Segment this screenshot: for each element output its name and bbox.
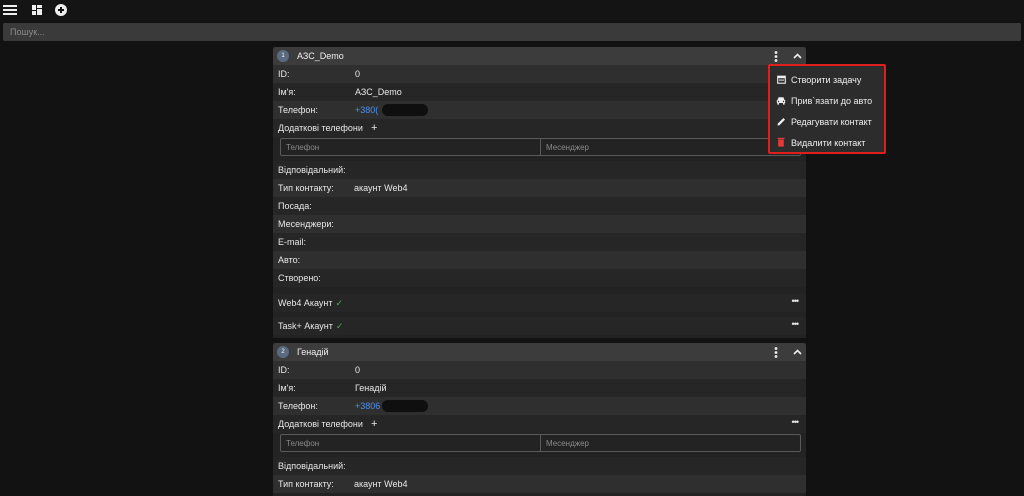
menu-item-label: Прив`язати до авто: [791, 96, 873, 106]
contact-context-menu: Створити задачу Прив`язати до авто Редаг…: [768, 64, 886, 154]
account-row-web4: Web4 Акаунт ✓ •••: [273, 294, 806, 312]
field-label: Ім'я:: [278, 87, 296, 97]
field-row-extra-phones: Додаткові телефони + •••: [273, 415, 806, 433]
field-label: Телефон:: [278, 401, 318, 411]
top-bar: [0, 0, 1024, 20]
field-label: Телефон:: [278, 105, 318, 115]
chevron-up-icon[interactable]: [791, 50, 803, 62]
field-value: Генадій: [355, 383, 387, 393]
field-row-email: E-mail:: [273, 233, 806, 251]
field-label: Створено:: [278, 273, 321, 283]
field-row-name: Ім'я: Генадій: [273, 379, 806, 397]
field-row-created: Створено:: [273, 269, 806, 287]
field-label: Месенджери:: [278, 219, 334, 229]
field-label: ID:: [278, 365, 290, 375]
field-label: Посада:: [278, 201, 312, 211]
field-value: 0: [355, 69, 361, 79]
field-row-id: ID: 0: [273, 65, 806, 83]
account-label: Task+ Акаунт: [278, 321, 333, 331]
field-label: Авто:: [278, 255, 301, 265]
phone-link[interactable]: +380(: [355, 105, 378, 115]
field-row-contact-type: Тип контакту: акаунт Web4: [273, 475, 806, 493]
phone-input[interactable]: [281, 139, 540, 155]
more-horiz-icon[interactable]: •••: [792, 319, 800, 329]
add-phone-icon[interactable]: +: [371, 418, 377, 430]
add-circle-icon[interactable]: [54, 3, 68, 17]
menu-item-delete-contact[interactable]: Видалити контакт: [770, 132, 884, 152]
field-value: акаунт Web4: [354, 183, 408, 193]
contact-title: Генадій: [297, 347, 329, 357]
field-label: Тип контакту:: [278, 479, 334, 489]
field-row-name: Ім'я: АЗС_Demo: [273, 83, 806, 101]
messenger-input[interactable]: [540, 435, 800, 451]
field-label: Додаткові телефони: [278, 419, 363, 429]
field-row-phone: Телефон: +3806: [273, 397, 806, 415]
field-row-messengers: Месенджери:: [273, 215, 806, 233]
menu-item-label: Редагувати контакт: [791, 117, 872, 127]
account-label: Web4 Акаунт: [278, 298, 333, 308]
menu-item-create-task[interactable]: Створити задачу: [770, 69, 884, 89]
field-row-responsible: Відповідальний:: [273, 161, 806, 179]
contact-title: АЗС_Demo: [297, 51, 344, 61]
contact-card-header[interactable]: 2 Генадій: [273, 343, 806, 361]
field-row-position: Посада:: [273, 197, 806, 215]
field-row-responsible: Відповідальний:: [273, 457, 806, 475]
contact-card: 2 Генадій ID: 0 Ім'я: Генадій Телефон: +…: [273, 343, 806, 496]
field-row-contact-type: Тип контакту: акаунт Web4: [273, 179, 806, 197]
contact-card-header[interactable]: 1 АЗС_Demo: [273, 47, 806, 65]
chevron-up-icon[interactable]: [791, 346, 803, 358]
more-horiz-icon[interactable]: •••: [792, 296, 800, 306]
more-horiz-icon[interactable]: •••: [792, 417, 800, 427]
check-icon: ✓: [335, 321, 344, 331]
field-row-extra-phones: Додаткові телефони +: [273, 119, 806, 137]
field-label: Відповідальний:: [278, 461, 346, 471]
menu-item-label: Створити задачу: [791, 75, 862, 85]
messenger-input[interactable]: [540, 139, 800, 155]
contact-index-badge: 1: [277, 50, 289, 62]
phone-link[interactable]: +3806: [355, 401, 380, 411]
more-vert-icon[interactable]: [770, 50, 782, 62]
field-label: Відповідальний:: [278, 165, 346, 175]
add-phone-icon[interactable]: +: [371, 122, 377, 134]
phone-input[interactable]: [281, 435, 540, 451]
search-input[interactable]: [3, 23, 1021, 41]
car-icon: [776, 95, 786, 105]
field-value: 0: [355, 365, 361, 375]
more-vert-icon[interactable]: [770, 346, 782, 358]
field-label: E-mail:: [278, 237, 307, 247]
contact-card: 1 АЗС_Demo ID: 0 Ім'я: АЗС_Demo Телефон:…: [273, 47, 806, 338]
field-row-id: ID: 0: [273, 361, 806, 379]
extra-phone-inputs: [280, 138, 801, 156]
field-label: ID:: [278, 69, 290, 79]
check-icon: ✓: [335, 298, 344, 308]
redacted-phone: [382, 400, 428, 412]
account-row-taskplus: Task+ Акаунт ✓ •••: [273, 317, 806, 335]
redacted-phone: [382, 104, 428, 116]
menu-icon[interactable]: [3, 3, 17, 17]
menu-item-link-car[interactable]: Прив`язати до авто: [770, 90, 884, 110]
field-row-phone: Телефон: +380(: [273, 101, 806, 119]
calendar-icon: [776, 74, 786, 84]
field-label: Тип контакту:: [278, 183, 334, 193]
menu-item-label: Видалити контакт: [791, 138, 866, 148]
field-row-auto: Авто:: [273, 251, 806, 269]
menu-item-edit-contact[interactable]: Редагувати контакт: [770, 111, 884, 131]
field-label: Додаткові телефони: [278, 123, 363, 133]
dashboard-icon[interactable]: [30, 3, 44, 17]
extra-phone-inputs: [280, 434, 801, 452]
field-value: акаунт Web4: [354, 479, 408, 489]
trash-icon: [776, 137, 786, 147]
field-value: АЗС_Demo: [355, 87, 402, 97]
contact-index-badge: 2: [277, 346, 289, 358]
field-label: Ім'я:: [278, 383, 296, 393]
pencil-icon: [776, 116, 786, 126]
